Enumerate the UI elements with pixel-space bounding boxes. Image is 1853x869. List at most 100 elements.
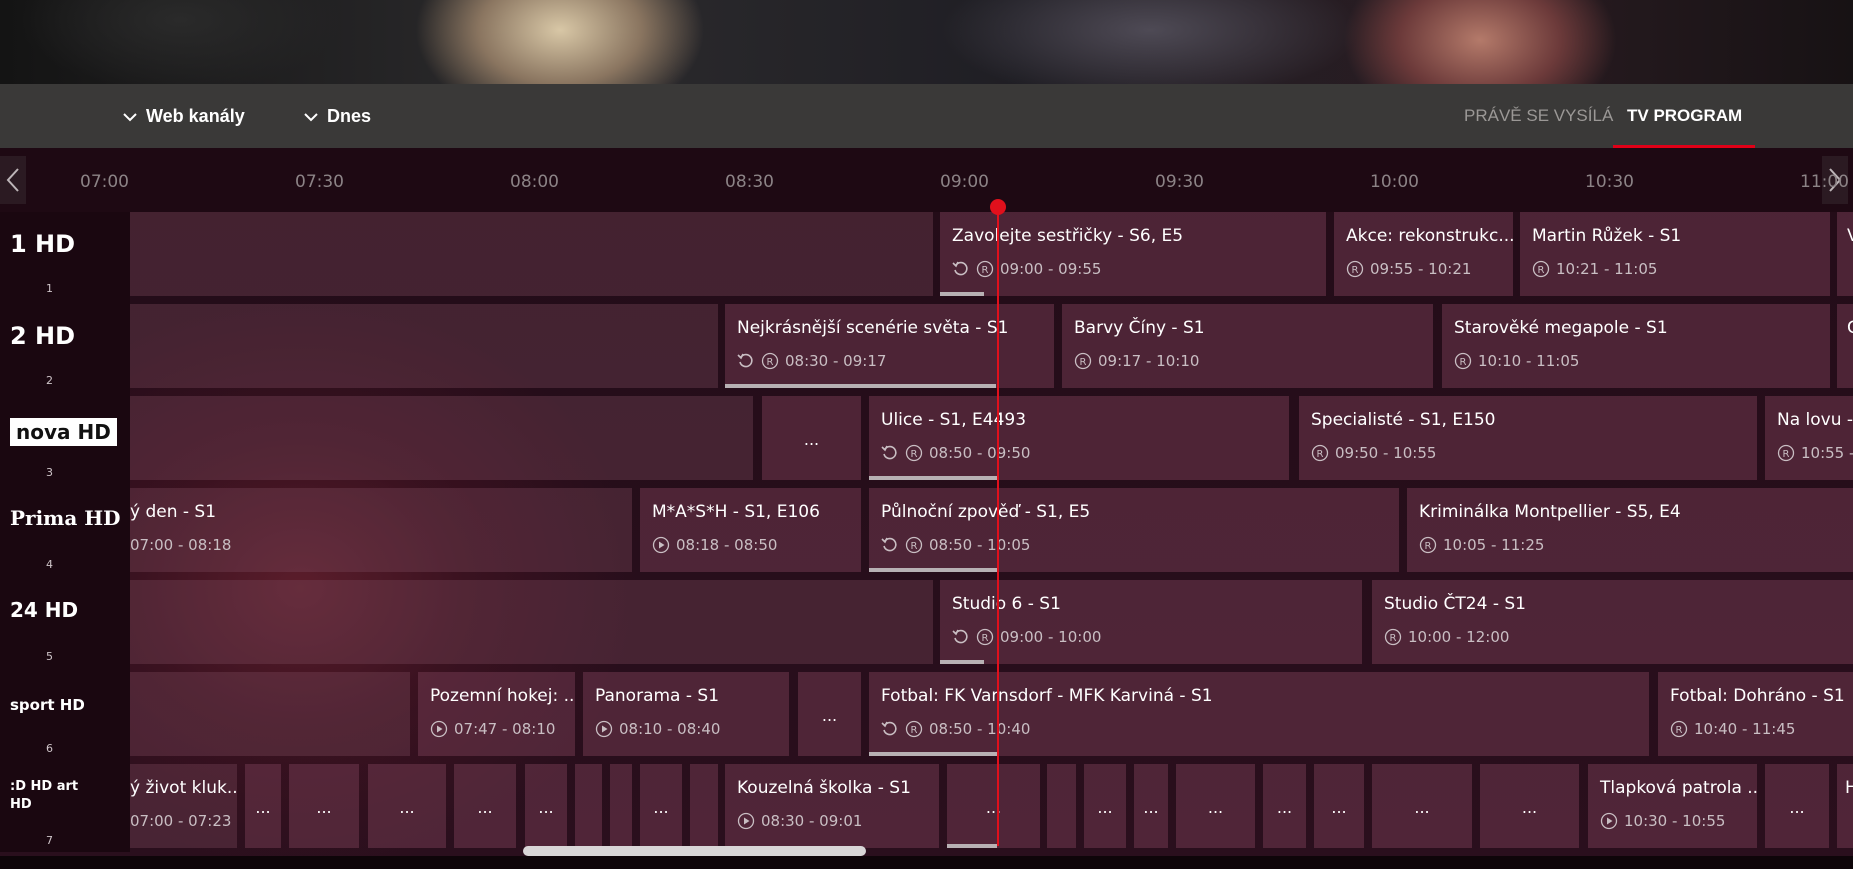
- program-cell[interactable]: ...: [245, 764, 281, 848]
- program-cell[interactable]: ...: [368, 764, 446, 848]
- channel-ct-sport[interactable]: sport HD 6: [0, 672, 130, 764]
- program-time-text: 07:00 - 07:23: [130, 812, 232, 830]
- program-cell[interactable]: Pozemní hokej: ... 07:47 - 08:10: [418, 672, 575, 756]
- program-cell-past[interactable]: [130, 672, 410, 756]
- replay-icon: [952, 261, 968, 276]
- program-time-text: 09:00 - 09:55: [1000, 260, 1102, 278]
- program-cell[interactable]: ...: [1134, 764, 1168, 848]
- program-cell[interactable]: ...: [454, 764, 516, 848]
- program-cell[interactable]: ...: [1314, 764, 1364, 848]
- program-cell[interactable]: Martin Růžek - S1 R 10:21 - 11:05: [1520, 212, 1830, 296]
- program-cell[interactable]: ...: [1176, 764, 1255, 848]
- program-cell-past[interactable]: [130, 212, 933, 296]
- channel-nova[interactable]: nova HD 3: [0, 396, 130, 488]
- program-title: Specialisté - S1, E150: [1311, 410, 1496, 430]
- program-cell[interactable]: [575, 764, 602, 848]
- program-time: R 10:10 - 11:05: [1454, 352, 1579, 370]
- program-cell[interactable]: ...: [1084, 764, 1126, 848]
- program-time-text: 07:00 - 08:18: [130, 536, 232, 554]
- program-cell[interactable]: H: [1837, 764, 1853, 848]
- channel-ct1[interactable]: 1 HD 1: [0, 212, 130, 304]
- program-time-text: 07:47 - 08:10: [454, 720, 556, 738]
- program-title: Zavolejte sestřičky - S6, E5: [952, 226, 1184, 246]
- program-cell[interactable]: Ulice - S1, E4493 R 08:50 - 09:50: [869, 396, 1289, 480]
- channel-number: 4: [46, 558, 53, 571]
- program-cell[interactable]: ...: [1263, 764, 1306, 848]
- rating-r-icon: R: [1777, 444, 1795, 462]
- program-cell[interactable]: Specialisté - S1, E150 R 09:50 - 10:55: [1299, 396, 1757, 480]
- program-title: Nejkrásnější scenérie světa - S1: [737, 318, 1009, 338]
- program-time: 07:00 - 08:18: [130, 536, 231, 554]
- channels-dropdown[interactable]: Web kanály: [122, 106, 245, 127]
- program-cell[interactable]: Panorama - S1 08:10 - 08:40: [583, 672, 789, 756]
- program-title: V: [1847, 226, 1853, 246]
- program-cell[interactable]: ...: [762, 396, 861, 480]
- program-cell[interactable]: [610, 764, 632, 848]
- program-cell[interactable]: ...: [1480, 764, 1579, 848]
- program-cell[interactable]: Studio 6 - S1 R 09:00 - 10:00: [940, 580, 1362, 664]
- program-time: 08:18 - 08:50: [652, 536, 777, 554]
- program-cell[interactable]: Barvy Číny - S1 R 09:17 - 10:10: [1062, 304, 1433, 388]
- day-dropdown[interactable]: Dnes: [303, 106, 371, 127]
- program-cell[interactable]: Tlapková patrola ... 10:30 - 10:55: [1588, 764, 1757, 848]
- program-cell[interactable]: ...: [525, 764, 567, 848]
- program-cell[interactable]: Studio ČT24 - S1 R 10:00 - 12:00: [1372, 580, 1853, 664]
- program-cell[interactable]: ...: [947, 764, 1040, 848]
- program-cell[interactable]: ...: [1372, 764, 1472, 848]
- tab-now-playing[interactable]: PRÁVĚ SE VYSÍLÁ: [1464, 106, 1613, 126]
- program-cell-past[interactable]: [130, 396, 753, 480]
- program-time: R 10:21 - 11:05: [1532, 260, 1657, 278]
- svg-text:R: R: [767, 357, 774, 368]
- program-cell[interactable]: Starověké megapole - S1 R 10:10 - 11:05: [1442, 304, 1830, 388]
- program-cell[interactable]: Fotbal: FK Varnsdorf - MFK Karviná - S1 …: [869, 672, 1649, 756]
- program-cell[interactable]: ý život kluk... 07:00 - 07:23: [130, 764, 237, 848]
- scroll-left-button[interactable]: [0, 156, 26, 204]
- program-cell-past[interactable]: [130, 304, 718, 388]
- channel-list: 1 HD 1 2 HD 2 nova HD 3 Prima HD 4 24 HD…: [0, 212, 130, 852]
- program-cell[interactable]: Akce: rekonstrukc... R 09:55 - 10:21: [1334, 212, 1513, 296]
- channel-number: 2: [46, 374, 53, 387]
- program-time-text: 10:30 - 10:55: [1624, 812, 1726, 830]
- program-title: Fotbal: FK Varnsdorf - MFK Karviná - S1: [881, 686, 1213, 706]
- program-cell[interactable]: ...: [640, 764, 682, 848]
- channel-prima[interactable]: Prima HD 4: [0, 488, 130, 580]
- more-programs: ...: [1207, 798, 1224, 817]
- program-cell[interactable]: ...: [289, 764, 359, 848]
- program-cell[interactable]: M*A*S*H - S1, E106 08:18 - 08:50: [640, 488, 861, 572]
- svg-text:R: R: [911, 541, 918, 552]
- chevron-left-icon: [6, 168, 19, 192]
- program-cell[interactable]: ...: [798, 672, 861, 756]
- program-cell[interactable]: Kriminálka Montpellier - S5, E4 R 10:05 …: [1407, 488, 1853, 572]
- svg-text:R: R: [1080, 357, 1087, 368]
- channel-ct2[interactable]: 2 HD 2: [0, 304, 130, 396]
- rating-r-icon: R: [1384, 628, 1402, 646]
- program-cell[interactable]: Na lovu - S R 10:55 -: [1765, 396, 1853, 480]
- program-title: ý den - S1: [130, 502, 217, 522]
- program-title: M*A*S*H - S1, E106: [652, 502, 820, 522]
- program-cell[interactable]: [1047, 764, 1076, 848]
- channel-ct-d-art[interactable]: :D HD art HD 7: [0, 764, 130, 856]
- program-cell[interactable]: ...: [1765, 764, 1829, 848]
- channel-logo: Prima HD: [10, 506, 121, 530]
- program-cell-past[interactable]: [130, 580, 933, 664]
- replay-icon: [881, 445, 897, 460]
- program-cell[interactable]: Fotbal: Dohráno - S1 R 10:40 - 11:45: [1658, 672, 1853, 756]
- program-time-text: 08:50 - 10:05: [929, 536, 1031, 554]
- more-programs: ...: [477, 798, 493, 817]
- horizontal-scrollbar[interactable]: [523, 846, 866, 856]
- rating-r-icon: R: [1074, 352, 1092, 370]
- program-cell[interactable]: [690, 764, 718, 848]
- tab-tv-program[interactable]: TV PROGRAM: [1627, 106, 1742, 126]
- channel-ct24[interactable]: 24 HD 5: [0, 580, 130, 672]
- channel-logo: :D HD art HD: [10, 779, 79, 812]
- program-cell[interactable]: Kouzelná školka - S1 08:30 - 09:01: [725, 764, 939, 848]
- program-time: 10:30 - 10:55: [1600, 812, 1725, 830]
- program-cell[interactable]: Půlnoční zpověď - S1, E5 R 08:50 - 10:05: [869, 488, 1399, 572]
- rating-r-icon: R: [1532, 260, 1550, 278]
- program-cell[interactable]: Nejkrásnější scenérie světa - S1 R 08:30…: [725, 304, 1054, 388]
- program-cell[interactable]: V: [1837, 212, 1853, 296]
- program-time-text: 09:55 - 10:21: [1370, 260, 1472, 278]
- program-cell[interactable]: ý den - S1 07:00 - 08:18: [130, 488, 632, 572]
- program-cell[interactable]: C: [1837, 304, 1853, 388]
- program-time-text: 10:55 -: [1801, 444, 1853, 462]
